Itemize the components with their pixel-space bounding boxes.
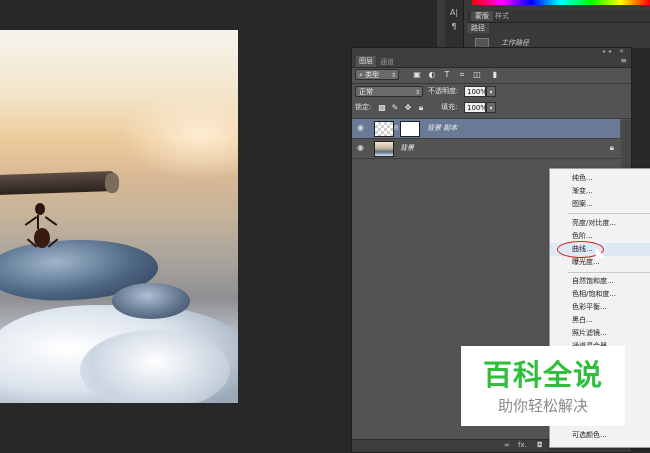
tab-masks[interactable]: 蒙版 (471, 11, 493, 21)
lock-transparent-icon[interactable]: ▩ (377, 103, 387, 113)
ant-head (35, 203, 45, 215)
layer-background-copy[interactable]: ◉ 8 背景 副本 (352, 119, 620, 139)
layer-background[interactable]: ◉ 背景 🔒︎ (352, 139, 620, 159)
menu-item-vibrance[interactable]: 自然饱和度... (550, 275, 650, 288)
small-stone (112, 283, 190, 319)
menu-item-pattern[interactable]: 图案... (550, 198, 650, 211)
menu-item-color-balance[interactable]: 色彩平衡... (550, 301, 650, 314)
lock-image-icon[interactable]: ✎ (390, 103, 400, 113)
menu-item-levels[interactable]: 色阶... (550, 230, 650, 243)
menu-divider (568, 213, 650, 214)
layer-thumbnail (374, 141, 394, 157)
lock-row: 锁定: ▩ ✎ ✥ 🔒︎ 填充: 100% ▾ (352, 102, 631, 118)
fx-button[interactable]: fx. (518, 441, 527, 449)
filter-kind-select[interactable]: ⌕ 类型 ⇕ (355, 69, 399, 80)
opacity-label: 不透明度: (428, 87, 459, 95)
layer-name: 背景 副本 (427, 124, 458, 132)
add-mask-icon[interactable]: ◘ (537, 441, 543, 449)
panel-menu-icon[interactable]: ≡ (620, 56, 627, 65)
sky-glow (120, 90, 238, 180)
chevron-down-icon: ⇕ (414, 89, 420, 96)
ant-leg (44, 216, 58, 226)
fill-slider-toggle[interactable]: ▾ (486, 102, 496, 113)
text-tool-icon[interactable]: A| (449, 8, 459, 17)
menu-item-black-white[interactable]: 黑白... (550, 314, 650, 327)
filter-kind-value: 类型 (365, 71, 380, 79)
color-spectrum[interactable] (472, 0, 650, 5)
pixel-filter-icon[interactable]: ▣ (412, 70, 422, 80)
menu-item-solid-color[interactable]: 纯色... (550, 172, 650, 185)
adjustment-filter-icon[interactable]: ◐ (427, 70, 437, 80)
watermark-subtitle: 助你轻松解决 (497, 397, 588, 415)
document-canvas[interactable] (0, 30, 238, 403)
opacity-slider-toggle[interactable]: ▾ (486, 86, 496, 97)
smart-object-filter-icon[interactable]: ◫ (472, 70, 482, 80)
panel-icon-strip: A| ¶ (445, 0, 464, 48)
blend-mode-value: 正常 (359, 88, 373, 96)
opacity-input[interactable]: 100% (464, 86, 487, 97)
link-layers-icon[interactable]: ∞ (504, 441, 510, 449)
watermark: 百科全说 助你轻松解决 (461, 346, 625, 426)
panel-header: ◂◂ ✕ (352, 48, 631, 56)
fill-label: 填充: (441, 103, 458, 111)
link-icon[interactable]: 8 (394, 124, 398, 132)
filter-toggle-icon[interactable]: ▮ (490, 70, 500, 80)
layer-thumbnail (374, 121, 394, 137)
wooden-stick (0, 170, 117, 196)
menu-item-gradient[interactable]: 渐变... (550, 185, 650, 198)
eye-icon[interactable]: ◉ (357, 143, 367, 153)
type-filter-icon[interactable]: T (442, 70, 452, 80)
layers-tab-bar: 图层 通道 ≡ (352, 56, 631, 68)
snow-highlight (80, 330, 230, 403)
paragraph-icon[interactable]: ¶ (449, 22, 459, 31)
lock-icon: 🔒︎ (609, 143, 614, 152)
menu-item-hue-saturation[interactable]: 色相/饱和度... (550, 288, 650, 301)
menu-divider (568, 272, 650, 273)
blend-mode-select[interactable]: 正常 ⇕ (355, 86, 423, 97)
styles-tab-bar: 蒙版 样式 (467, 10, 650, 23)
fill-input[interactable]: 100% (464, 102, 487, 113)
layer-name: 背景 (400, 144, 414, 152)
menu-item-selective-color[interactable]: 可选颜色... (550, 429, 650, 442)
tab-styles[interactable]: 样式 (495, 11, 509, 21)
collapse-close-icon[interactable]: ◂◂ ✕ (602, 48, 627, 55)
tab-paths[interactable]: 路径 (467, 23, 489, 33)
stick-end (105, 173, 119, 193)
chevron-down-icon: ⇕ (390, 72, 396, 79)
eye-icon[interactable]: ◉ (357, 123, 367, 133)
lock-label: 锁定: (355, 103, 372, 111)
lock-position-icon[interactable]: ✥ (403, 103, 413, 113)
watermark-title: 百科全说 (482, 358, 603, 392)
tab-channels[interactable]: 通道 (380, 57, 394, 67)
top-panel: A| ¶ 蒙版 样式 路径 工作路径 (437, 0, 650, 49)
lock-all-icon[interactable]: 🔒︎ (416, 103, 426, 113)
divider (352, 83, 631, 84)
tab-layers[interactable]: 图层 (356, 56, 376, 67)
menu-item-brightness-contrast[interactable]: 亮度/对比度... (550, 217, 650, 230)
ant-leg (37, 215, 39, 229)
layer-mask-thumbnail[interactable] (400, 121, 420, 137)
ant-leg (24, 216, 38, 226)
menu-item-photo-filter[interactable]: 照片滤镜... (550, 327, 650, 340)
shape-filter-icon[interactable]: ⌗ (457, 70, 467, 80)
blend-row: 正常 ⇕ 不透明度: 100% ▾ (352, 86, 631, 102)
